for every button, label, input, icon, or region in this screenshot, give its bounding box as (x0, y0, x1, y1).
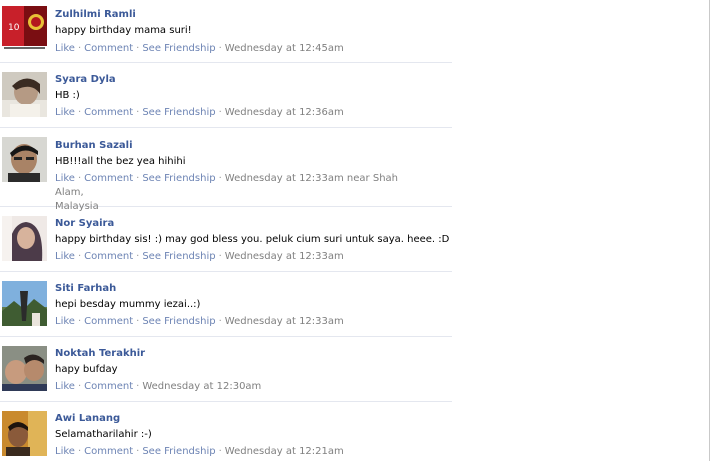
profile-picture-avatar[interactable] (2, 281, 47, 326)
action-separator: · (218, 251, 222, 262)
action-separator: · (218, 43, 222, 54)
like-link[interactable]: Like (55, 251, 75, 262)
post-timestamp[interactable]: Wednesday at 12:33am (225, 316, 344, 327)
post-actions: Like · Comment · See Friendship · Wednesday at… (55, 42, 405, 56)
profile-picture-avatar[interactable] (2, 346, 47, 391)
action-separator: · (136, 173, 140, 184)
action-separator: · (77, 107, 82, 118)
action-separator: · (218, 173, 222, 184)
like-link[interactable]: Like (55, 381, 75, 392)
profile-picture-avatar[interactable] (2, 137, 47, 182)
see-friendship-link[interactable]: See Friendship (142, 43, 215, 54)
action-separator: · (136, 43, 140, 54)
comment-link[interactable]: Comment (84, 43, 133, 54)
comment-link[interactable]: Comment (84, 173, 133, 184)
action-separator: · (77, 43, 82, 54)
like-link[interactable]: Like (55, 107, 75, 118)
wall-post: Awi Lanang Selamatharilahir :-) Like · Com… (0, 402, 452, 461)
comment-link[interactable]: Comment (84, 316, 133, 327)
action-separator: · (136, 251, 140, 262)
post-message: HB :) (55, 90, 80, 101)
wall-post: Noktah Terakhir hapy bufday Like · Comment… (0, 337, 452, 402)
post-actions: Like · Comment · See Friendship · Wednesday at… (55, 250, 405, 264)
see-friendship-link[interactable]: See Friendship (142, 316, 215, 327)
action-separator: · (136, 107, 140, 118)
see-friendship-link[interactable]: See Friendship (142, 446, 215, 457)
see-friendship-link[interactable]: See Friendship (142, 251, 215, 262)
post-message: happy birthday mama suri! (55, 25, 192, 36)
action-separator: · (77, 173, 82, 184)
action-separator: · (218, 446, 222, 457)
post-author-link[interactable]: Awi Lanang (55, 413, 120, 425)
comment-link[interactable]: Comment (84, 107, 133, 118)
post-actions: Like · Comment · Wednesday at 12:30am (55, 380, 405, 394)
action-separator: · (136, 381, 140, 392)
post-message: hapy bufday (55, 364, 118, 375)
like-link[interactable]: Like (55, 316, 75, 327)
man-utd-jersey-icon: 10 (2, 6, 47, 51)
post-timestamp[interactable]: Wednesday at 12:33am (225, 251, 344, 262)
post-author-link[interactable]: Burhan Sazali (55, 140, 133, 152)
like-link[interactable]: Like (55, 43, 75, 54)
wall-post: Burhan Sazali HB!!!all the bez yea hihih… (0, 128, 452, 212)
action-separator: · (77, 316, 82, 327)
post-author-link[interactable]: Syara Dyla (55, 74, 116, 86)
profile-picture-avatar[interactable]: 10 (2, 6, 47, 51)
post-actions: Like · Comment · See Friendship · Wednesday at… (55, 106, 405, 120)
action-separator: · (218, 107, 222, 118)
action-separator: · (136, 446, 140, 457)
post-actions: Like · Comment · See Friendship · Wednesday at… (55, 315, 405, 329)
profile-picture-avatar[interactable] (2, 72, 47, 117)
profile-picture-avatar[interactable] (2, 216, 47, 261)
wall-post: 10 Zulhilmi Ramli happy birthday mama su… (0, 0, 452, 63)
post-author-link[interactable]: Noktah Terakhir (55, 348, 145, 360)
see-friendship-link[interactable]: See Friendship (142, 107, 215, 118)
post-actions: Like · Comment · See Friendship · Wednesday at… (55, 445, 405, 459)
action-separator: · (77, 251, 82, 262)
wall-post: Nor Syaira happy birthday sis! :) may go… (0, 207, 452, 272)
like-link[interactable]: Like (55, 446, 75, 457)
post-message: Selamatharilahir :-) (55, 429, 152, 440)
action-separator: · (136, 316, 140, 327)
action-separator: · (77, 446, 82, 457)
post-message: hepi besday mummy iezai..:) (55, 299, 201, 310)
person-photo-icon (2, 72, 47, 117)
comment-link[interactable]: Comment (84, 251, 133, 262)
post-timestamp[interactable]: Wednesday at 12:30am (142, 381, 261, 392)
wall-post: Syara Dyla HB :) Like · Comment · See Friend… (0, 63, 452, 128)
profile-picture-avatar[interactable] (2, 411, 47, 456)
window-edge-divider (709, 0, 710, 461)
action-separator: · (218, 316, 222, 327)
post-message: happy birthday sis! :) may god bless you… (55, 234, 450, 245)
person-photo-icon (2, 216, 47, 261)
post-author-link[interactable]: Siti Farhah (55, 283, 116, 295)
see-friendship-link[interactable]: See Friendship (142, 173, 215, 184)
post-timestamp[interactable]: Wednesday at 12:36am (225, 107, 344, 118)
comment-link[interactable]: Comment (84, 381, 133, 392)
person-photo-icon (2, 346, 47, 391)
post-author-link[interactable]: Nor Syaira (55, 218, 114, 230)
comment-link[interactable]: Comment (84, 446, 133, 457)
wall-post: Siti Farhah hepi besday mummy iezai..:) … (0, 272, 452, 337)
landscape-photo-icon (2, 281, 47, 326)
post-timestamp[interactable]: Wednesday at 12:45am (225, 43, 344, 54)
person-photo-icon (2, 137, 47, 182)
post-timestamp[interactable]: Wednesday at 12:21am (225, 446, 344, 457)
action-separator: · (77, 381, 82, 392)
svg-text:10: 10 (8, 23, 20, 33)
post-author-link[interactable]: Zulhilmi Ramli (55, 9, 136, 21)
like-link[interactable]: Like (55, 173, 75, 184)
post-message: HB!!!all the bez yea hihihi (55, 156, 186, 167)
person-photo-icon (2, 411, 47, 456)
